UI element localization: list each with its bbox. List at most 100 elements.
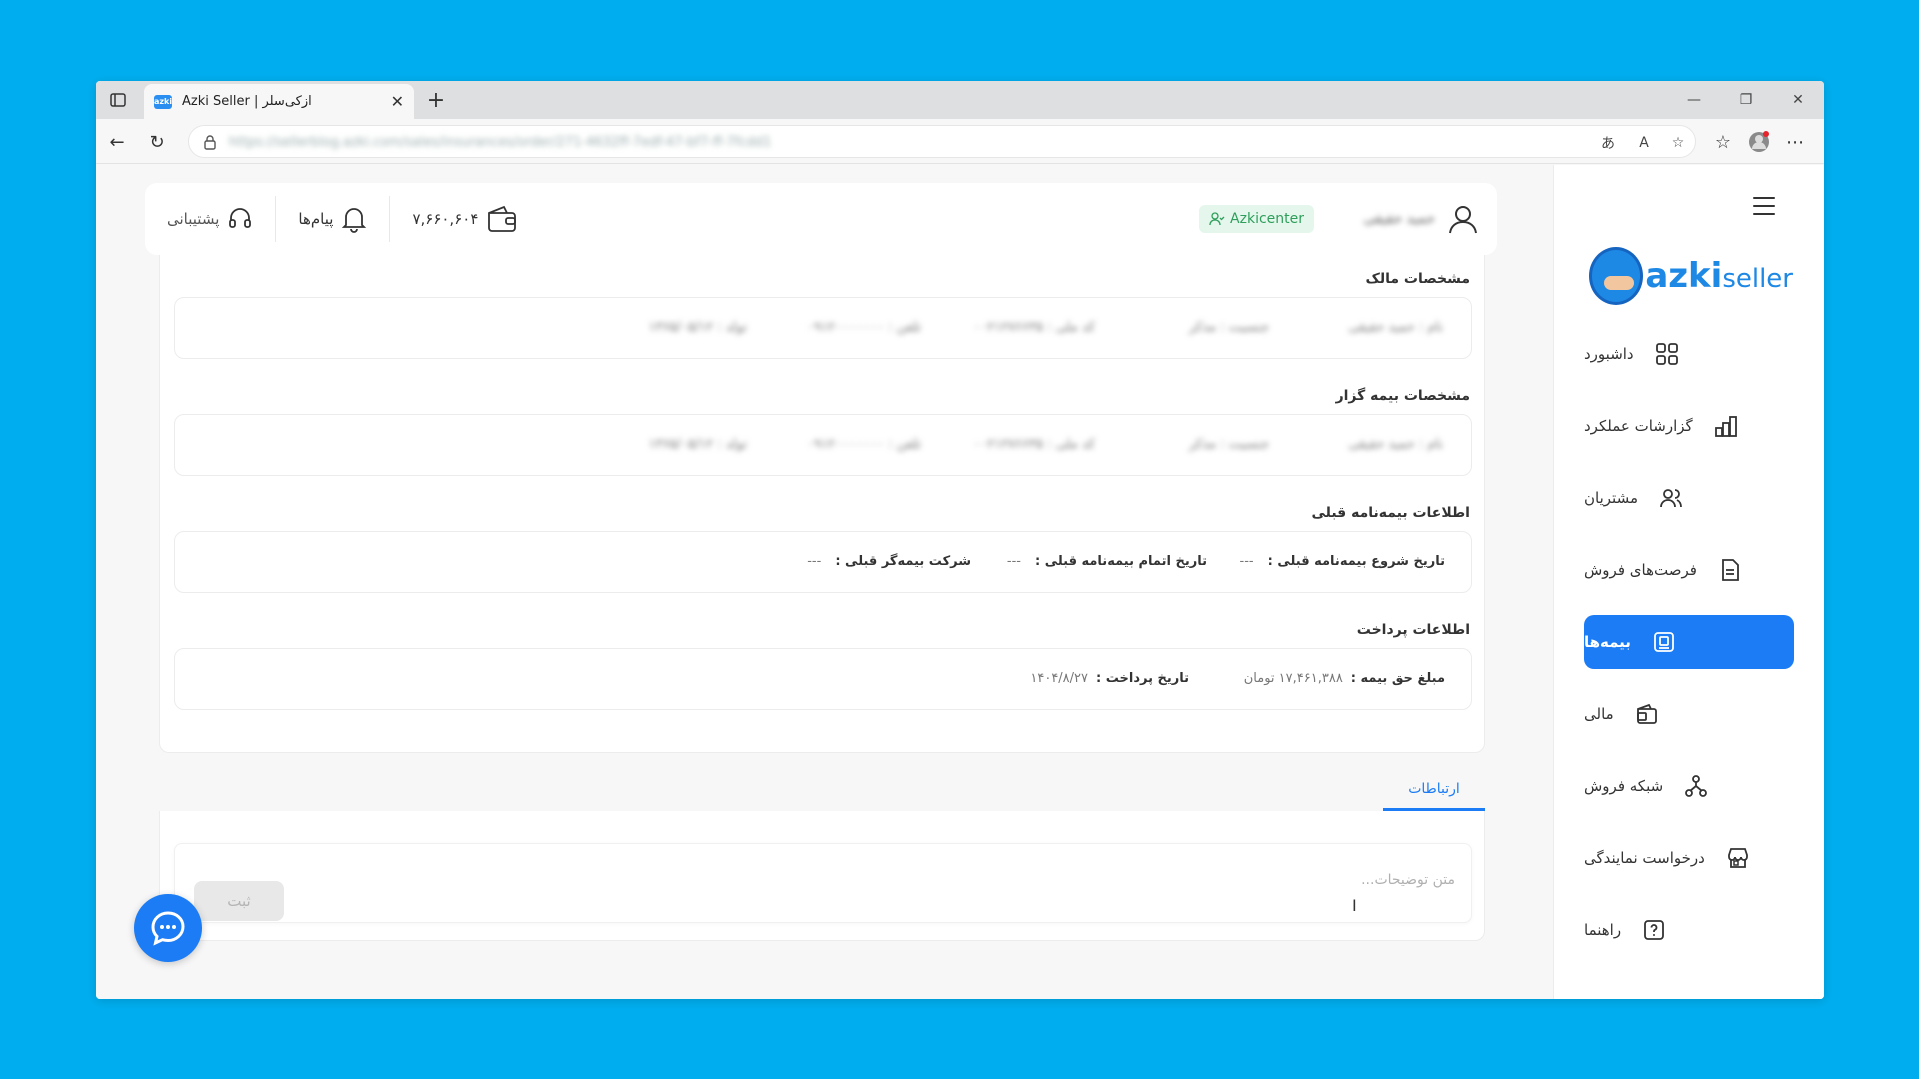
sidebar: azkiseller داشبورد گزارشات عملکرد مشتریا… (1553, 165, 1824, 999)
store-icon (1725, 845, 1751, 871)
title-bar: azki Azki Seller | ازکی‌سلر ✕ + — ❐ ✕ (96, 81, 1824, 119)
badge-label: Azkicenter (1230, 211, 1304, 227)
minimize-button[interactable]: — (1668, 81, 1720, 119)
read-aloud-icon[interactable]: A (1633, 132, 1655, 154)
sidebar-item-label: داشبورد (1584, 345, 1634, 363)
payment-date: تاریخ پرداخت :۱۴۰۴/۸/۲۷ (1030, 671, 1189, 686)
wallet-icon (1634, 701, 1660, 727)
sidebar-item-label: درخواست نمایندگی (1584, 849, 1705, 867)
insurer-section-title: مشخصات بیمه گزار (1335, 388, 1470, 404)
more-options-icon[interactable]: ⋯ (1780, 127, 1810, 157)
sidebar-item-finance[interactable]: مالی (1584, 687, 1794, 741)
sidebar-item-label: مشتریان (1584, 489, 1638, 507)
tab-communications[interactable]: ارتباطات (1383, 769, 1485, 811)
tab-actions-button[interactable] (104, 87, 132, 113)
insurer-fields: نام : حمید حقیقی جنسیت : مذکر کد ملی : ۰… (573, 437, 1443, 452)
chart-icon (1713, 413, 1739, 439)
payment-amount: مبلغ حق بیمه :۱۷,۴۶۱,۳۸۸ تومان (1243, 671, 1445, 686)
headset-icon (229, 208, 252, 228)
prev-end-date: تاریخ اتمام بیمه‌نامه قبلی :--- (1006, 554, 1207, 569)
sidebar-item-reports[interactable]: گزارشات عملکرد (1584, 399, 1794, 453)
insurer-name: نام : حمید حقیقی (1348, 437, 1443, 452)
owner-info-box: نام : حمید حقیقی جنسیت : مذکر کد ملی : ۰… (174, 297, 1472, 359)
sidebar-item-label: راهنما (1584, 921, 1622, 939)
owner-phone: تلفن : ۰۹۱۲۰۰۰۰۰۰۰ (807, 320, 921, 335)
address-bar[interactable]: https://sellerblog.azki.com/sales/insura… (188, 125, 1696, 158)
sidebar-item-help[interactable]: راهنما (1584, 903, 1794, 957)
back-button[interactable]: ← (102, 127, 132, 157)
translate-icon[interactable]: あ (1597, 132, 1619, 154)
favorite-star-icon[interactable]: ☆ (1667, 132, 1689, 154)
payment-section-title: اطلاعات پرداخت (1356, 622, 1470, 638)
top-header: حمید حقیقی Azkicenter پشتیبانی پیام‌ها ۷ (145, 183, 1497, 255)
sidebar-item-opportunities[interactable]: فرصت‌های فروش (1584, 543, 1794, 597)
owner-gender: جنسیت : مذکر (1188, 320, 1269, 335)
close-tab-icon[interactable]: ✕ (391, 92, 404, 111)
wallet-balance: ۷,۶۶۰,۶۰۴ (412, 210, 479, 228)
network-icon (1683, 773, 1709, 799)
bell-icon (342, 208, 367, 233)
sidebar-item-dashboard[interactable]: داشبورد (1584, 327, 1794, 381)
sidebar-item-customers[interactable]: مشتریان (1584, 471, 1794, 525)
sidebar-item-insurances[interactable]: بیمه‌ها (1584, 615, 1794, 669)
restore-button[interactable]: ❐ (1720, 81, 1772, 119)
browser-window: azki Azki Seller | ازکی‌سلر ✕ + — ❐ ✕ ← … (96, 81, 1824, 999)
page-content: حمید حقیقی Azkicenter پشتیبانی پیام‌ها ۷ (96, 165, 1824, 999)
document-icon (1717, 557, 1743, 583)
insurer-phone: تلفن : ۰۹۱۲۰۰۰۰۰۰۰ (807, 437, 921, 452)
logo-mascot (1589, 247, 1644, 305)
support-button[interactable]: پشتیبانی (145, 196, 275, 242)
policy-details-panel: مشخصات مالک نام : حمید حقیقی جنسیت : مذک… (159, 255, 1485, 753)
logo-wordmark: azkiseller (1645, 256, 1793, 296)
messages-button[interactable]: پیام‌ها (276, 196, 389, 242)
payment-info-box: مبلغ حق بیمه :۱۷,۴۶۱,۳۸۸ تومان تاریخ پرد… (174, 648, 1472, 710)
user-name: حمید حقیقی (1363, 211, 1435, 227)
text-cursor-icon: I (1352, 896, 1357, 915)
chat-support-button[interactable] (134, 894, 202, 962)
prev-start-date: تاریخ شروع بیمه‌نامه قبلی :--- (1239, 554, 1445, 569)
sidebar-item-agency-request[interactable]: درخواست نمایندگی (1584, 831, 1794, 885)
azki-seller-logo[interactable]: azkiseller (1589, 243, 1793, 309)
profile-avatar[interactable] (1744, 127, 1774, 157)
header-actions: پشتیبانی پیام‌ها ۷,۶۶۰,۶۰۴ (145, 183, 540, 255)
sidebar-item-sales-network[interactable]: شبکه فروش (1584, 759, 1794, 813)
insurance-icon (1651, 629, 1677, 655)
insurer-national-id: کد ملی : ۰۰۲۱۲۷۶۶۳۵ (973, 437, 1095, 452)
close-window-button[interactable]: ✕ (1772, 81, 1824, 119)
messages-label: پیام‌ها (298, 210, 334, 228)
tab-title: Azki Seller | ازکی‌سلر (182, 94, 312, 109)
favorites-icon[interactable]: ☆ (1708, 127, 1738, 157)
user-icon (1449, 206, 1477, 234)
owner-national-id: کد ملی : ۰۰۲۱۲۷۶۶۳۵ (973, 320, 1095, 335)
insurer-birthdate: تولد : ۱۳۶۵/۰۵/۱۲ (648, 437, 747, 452)
user-check-icon (1209, 212, 1225, 226)
user-menu[interactable]: حمید حقیقی (1364, 203, 1479, 235)
wallet-icon (488, 205, 517, 232)
azkicenter-badge[interactable]: Azkicenter (1199, 205, 1314, 233)
browser-tab[interactable]: azki Azki Seller | ازکی‌سلر ✕ (144, 84, 414, 119)
chat-bubble-icon (151, 911, 185, 946)
new-tab-button[interactable]: + (422, 87, 450, 113)
reload-button[interactable]: ↻ (142, 127, 172, 157)
previous-policy-title: اطلاعات بیمه‌نامه قبلی (1311, 505, 1470, 521)
wallet-button[interactable]: ۷,۶۶۰,۶۰۴ (390, 196, 540, 242)
description-placeholder: متن توضیحات... (1361, 872, 1455, 888)
owner-fields: نام : حمید حقیقی جنسیت : مذکر کد ملی : ۰… (573, 320, 1443, 335)
comment-panel: متن توضیحات... (159, 811, 1485, 941)
url-text: https://sellerblog.azki.com/sales/insura… (229, 135, 772, 150)
sidebar-item-label: گزارشات عملکرد (1584, 417, 1693, 435)
communications-area: ارتباطات متن توضیحات... (159, 753, 1485, 999)
lock-icon (204, 135, 216, 150)
sidebar-item-label: شبکه فروش (1584, 777, 1664, 795)
favicon-icon: azki (154, 94, 172, 109)
previous-policy-box: تاریخ شروع بیمه‌نامه قبلی :--- تاریخ اتم… (174, 531, 1472, 593)
sidebar-item-label: بیمه‌ها (1584, 633, 1631, 651)
support-label: پشتیبانی (167, 210, 220, 228)
insurer-info-box: نام : حمید حقیقی جنسیت : مذکر کد ملی : ۰… (174, 414, 1472, 476)
dashboard-icon (1654, 341, 1680, 367)
submit-button[interactable]: ثبت (194, 881, 284, 921)
insurer-gender: جنسیت : مذکر (1188, 437, 1269, 452)
description-input[interactable]: متن توضیحات... (174, 843, 1472, 923)
users-icon (1658, 485, 1684, 511)
menu-toggle-icon[interactable] (1753, 197, 1775, 215)
